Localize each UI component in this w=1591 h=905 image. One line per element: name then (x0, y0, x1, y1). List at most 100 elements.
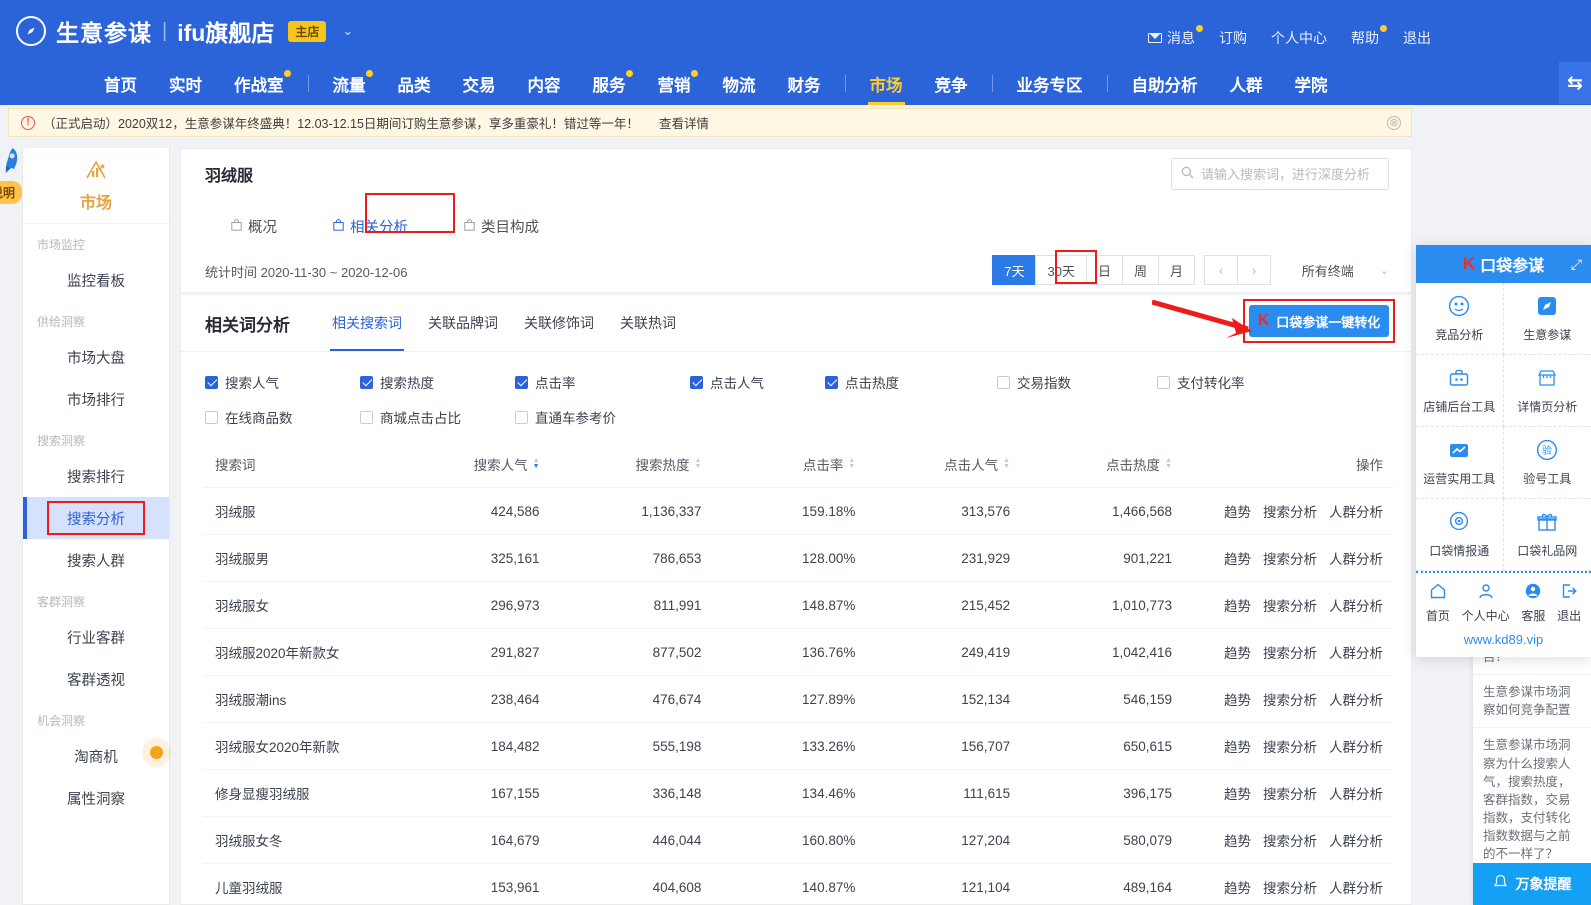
sidebar-item-0-0[interactable]: 监控看板 (23, 259, 169, 301)
util-link-messages[interactable]: 消息 (1148, 25, 1203, 48)
nav-item-14[interactable]: 竞争 (919, 62, 984, 105)
nav-item-18[interactable]: 自助分析 (1116, 62, 1214, 105)
row-action-0[interactable]: 趋势 (1224, 646, 1251, 661)
kd-footer-0[interactable]: 首页 (1426, 582, 1450, 624)
kd-site-url[interactable]: www.kd89.vip (1416, 627, 1591, 657)
close-icon[interactable]: ⊗ (1387, 116, 1401, 130)
row-action-0[interactable]: 趋势 (1224, 740, 1251, 755)
util-link-logout[interactable]: 退出 (1403, 28, 1431, 48)
sort-toggle-icon[interactable]: ▲ ▼ (533, 457, 540, 470)
one-click-convert-button[interactable]: K 口袋参谋一键转化 (1249, 305, 1389, 337)
row-action-1[interactable]: 搜索分析 (1263, 505, 1317, 520)
metric-checkbox-3[interactable]: 点击人气 (690, 372, 825, 392)
nav-item-6[interactable]: 交易 (447, 62, 512, 105)
util-link-help[interactable]: 帮助 (1351, 25, 1387, 48)
metric-checkbox-1[interactable]: 搜索热度 (360, 372, 515, 392)
row-action-1[interactable]: 搜索分析 (1263, 881, 1317, 896)
metric-checkbox-7[interactable]: 在线商品数 (205, 407, 360, 427)
kd-tool-4[interactable]: 运营实用工具 (1416, 427, 1504, 499)
nav-item-1[interactable]: 实时 (153, 62, 218, 105)
row-action-0[interactable]: 趋势 (1224, 693, 1251, 708)
table-header-3[interactable]: 点击率 ▲ ▼ (746, 441, 904, 488)
nav-item-16[interactable]: 业务专区 (1001, 62, 1099, 105)
metric-checkbox-2[interactable]: 点击率 (515, 372, 690, 392)
sidebar-item-1-1[interactable]: 市场排行 (23, 378, 169, 420)
tab-0[interactable]: 概况 (203, 204, 305, 248)
date-button-6[interactable]: › (1237, 255, 1271, 285)
row-action-1[interactable]: 搜索分析 (1263, 740, 1317, 755)
row-action-0[interactable]: 趋势 (1224, 787, 1251, 802)
date-button-1[interactable]: 30天 (1035, 255, 1087, 285)
metric-checkbox-9[interactable]: 直通车参考价 (515, 407, 690, 427)
nav-item-11[interactable]: 财务 (772, 62, 837, 105)
metric-checkbox-6[interactable]: 支付转化率 (1157, 372, 1411, 392)
analysis-tab-1[interactable]: 关联品牌词 (426, 295, 500, 351)
util-link-personal-center[interactable]: 个人中心 (1271, 28, 1327, 48)
nav-item-0[interactable]: 首页 (88, 62, 153, 105)
sidebar-item-2-2[interactable]: 搜索人群 (23, 539, 169, 581)
wanxiang-reminder-button[interactable]: 万象提醒 (1473, 863, 1591, 905)
row-action-2[interactable]: 人群分析 (1329, 834, 1383, 849)
metric-checkbox-5[interactable]: 交易指数 (997, 372, 1157, 392)
date-button-4[interactable]: 月 (1157, 255, 1195, 285)
row-action-2[interactable]: 人群分析 (1329, 881, 1383, 896)
nav-item-9[interactable]: 营销 (642, 62, 707, 105)
tab-2[interactable]: 类目构成 (436, 204, 567, 248)
sort-toggle-icon[interactable]: ▲ ▼ (1165, 457, 1172, 470)
tab-1[interactable]: 相关分析 (291, 204, 450, 248)
date-button-5[interactable]: ‹ (1204, 255, 1238, 285)
notice-detail-link[interactable]: 查看详情 (659, 113, 709, 132)
date-button-2[interactable]: 日 (1085, 255, 1123, 285)
row-action-2[interactable]: 人群分析 (1329, 787, 1383, 802)
nav-item-2[interactable]: 作战室 (218, 62, 300, 105)
metric-checkbox-0[interactable]: 搜索人气 (205, 372, 360, 392)
expand-icon[interactable]: ⤢ (1571, 256, 1582, 273)
analysis-tab-3[interactable]: 关联热词 (618, 295, 678, 351)
analysis-tab-2[interactable]: 关联修饰词 (522, 295, 596, 351)
row-action-1[interactable]: 搜索分析 (1263, 646, 1317, 661)
kd-tool-3[interactable]: 详情页分析 (1503, 355, 1591, 427)
kd-footer-3[interactable]: 退出 (1557, 582, 1581, 624)
sidebar-item-1-0[interactable]: 市场大盘 (23, 336, 169, 378)
table-header-5[interactable]: 点击热度 ▲ ▼ (1050, 441, 1212, 488)
nav-item-7[interactable]: 内容 (512, 62, 577, 105)
row-action-1[interactable]: 搜索分析 (1263, 693, 1317, 708)
chevron-down-icon[interactable]: ⌄ (342, 23, 353, 39)
kd-tool-6[interactable]: 口袋情报通 (1416, 499, 1504, 571)
row-action-2[interactable]: 人群分析 (1329, 740, 1383, 755)
shortcut-badge-icon[interactable]: ⇆ (1559, 62, 1591, 104)
row-action-1[interactable]: 搜索分析 (1263, 599, 1317, 614)
deep-analysis-search[interactable] (1171, 158, 1389, 190)
kd-footer-1[interactable]: 个人中心 (1462, 582, 1510, 624)
nav-item-13[interactable]: 市场 (854, 62, 919, 105)
sort-toggle-icon[interactable]: ▲ ▼ (848, 457, 855, 470)
row-action-0[interactable]: 趋势 (1224, 881, 1251, 896)
analysis-tab-0[interactable]: 相关搜索词 (330, 295, 404, 351)
kd-tool-1[interactable]: 生意参谋 (1503, 283, 1591, 355)
terminal-select[interactable]: 所有终端 ⌄ (1302, 261, 1389, 280)
nav-item-10[interactable]: 物流 (707, 62, 772, 105)
rocket-help-widget[interactable]: 说明 (0, 143, 36, 217)
row-action-2[interactable]: 人群分析 (1329, 646, 1383, 661)
date-button-0[interactable]: 7天 (992, 255, 1037, 285)
row-action-2[interactable]: 人群分析 (1329, 599, 1383, 614)
date-button-3[interactable]: 周 (1121, 255, 1159, 285)
table-header-1[interactable]: 搜索人气 ▲ ▼ (425, 441, 580, 488)
metric-checkbox-4[interactable]: 点击热度 (825, 372, 997, 392)
row-action-0[interactable]: 趋势 (1224, 505, 1251, 520)
nav-item-20[interactable]: 学院 (1279, 62, 1344, 105)
kd-tool-5[interactable]: 验验号工具 (1503, 427, 1591, 499)
row-action-0[interactable]: 趋势 (1224, 834, 1251, 849)
kd-footer-2[interactable]: 客服 (1521, 582, 1545, 624)
row-action-1[interactable]: 搜索分析 (1263, 834, 1317, 849)
sidebar-item-4-0[interactable]: 淘商机 (23, 735, 169, 777)
kd-tool-7[interactable]: 口袋礼品网 (1503, 499, 1591, 571)
chat-question-2[interactable]: 生意参谋市场洞察为什么搜索人气，搜索热度，客群指数，交易指数，支付转化指数数据与… (1473, 728, 1591, 873)
nav-item-19[interactable]: 人群 (1214, 62, 1279, 105)
row-action-2[interactable]: 人群分析 (1329, 552, 1383, 567)
table-header-2[interactable]: 搜索热度 ▲ ▼ (579, 441, 747, 488)
sidebar-item-2-0[interactable]: 搜索排行 (23, 455, 169, 497)
search-input[interactable] (1201, 166, 1379, 182)
row-action-1[interactable]: 搜索分析 (1263, 552, 1317, 567)
nav-item-8[interactable]: 服务 (577, 62, 642, 105)
